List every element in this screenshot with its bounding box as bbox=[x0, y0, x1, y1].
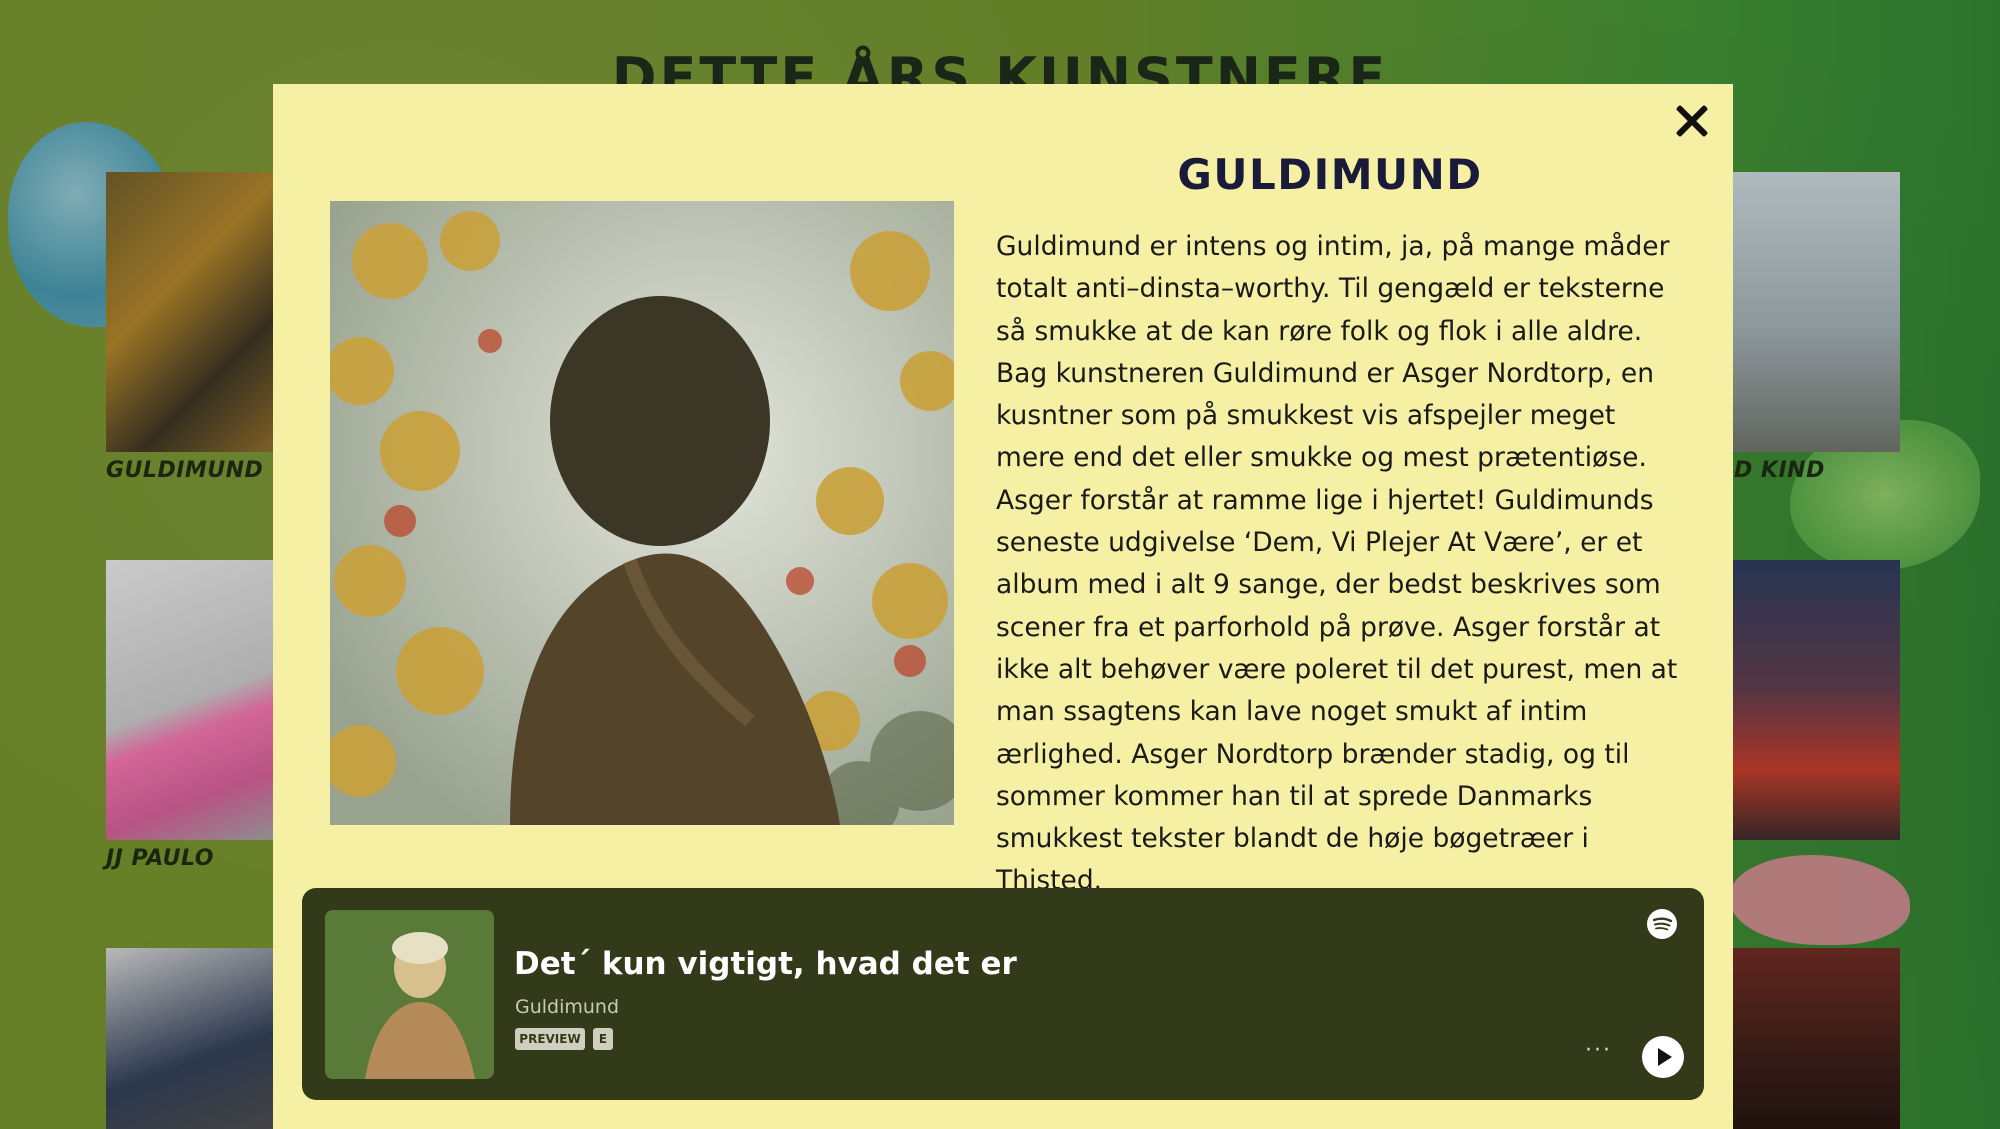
preview-badge: PREVIEW bbox=[515, 1028, 585, 1050]
spotify-player: Det´ kun vigtigt, hvad det er Guldimund … bbox=[302, 888, 1704, 1100]
album-cover-illustration bbox=[325, 910, 494, 1079]
close-icon[interactable] bbox=[1669, 98, 1715, 144]
play-icon[interactable] bbox=[1642, 1036, 1684, 1078]
more-options-icon[interactable]: ··· bbox=[1585, 1040, 1612, 1062]
artist-bio: Guldimund er intens og intim, ja, på man… bbox=[996, 231, 1678, 897]
track-title[interactable]: Det´ kun vigtigt, hvad det er bbox=[514, 946, 1017, 982]
artist-photo bbox=[330, 201, 954, 825]
explicit-badge: E bbox=[593, 1028, 613, 1050]
track-artist[interactable]: Guldimund bbox=[515, 996, 619, 1018]
album-cover[interactable] bbox=[325, 910, 494, 1079]
artist-modal: GULDIMUND Guldimund er intens og intim, … bbox=[273, 84, 1733, 1129]
spotify-icon[interactable] bbox=[1646, 908, 1678, 940]
artist-photo-illustration bbox=[330, 201, 954, 825]
artist-name: GULDIMUND bbox=[1177, 150, 1483, 199]
